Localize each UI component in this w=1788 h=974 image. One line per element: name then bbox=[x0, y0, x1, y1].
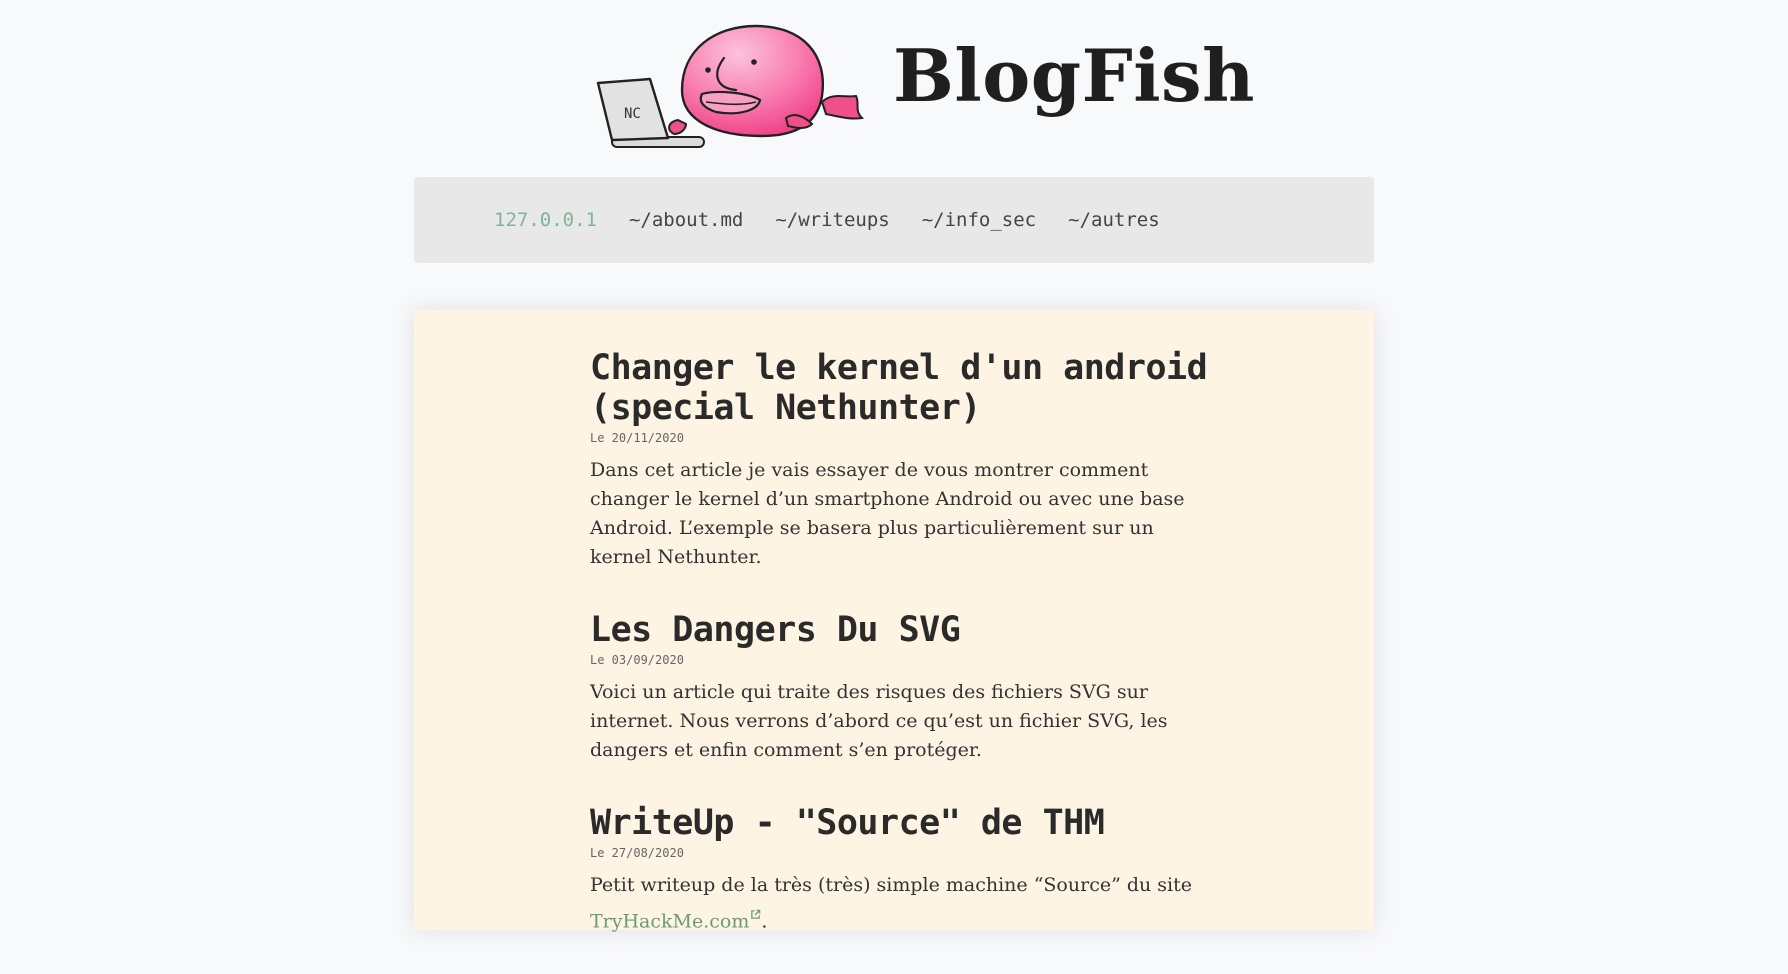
post-excerpt: Petit writeup de la très (très) simple m… bbox=[590, 871, 1210, 936]
post-excerpt-end: . bbox=[761, 910, 768, 933]
nav-link-info-sec[interactable]: ~/info_sec bbox=[922, 209, 1036, 231]
post-list-card: Changer le kernel d'un android (special … bbox=[414, 310, 1374, 932]
external-link-icon bbox=[750, 900, 761, 929]
main-nav: 127.0.0.1 ~/about.md ~/writeups ~/info_s… bbox=[414, 177, 1374, 263]
post-date: Le 20/11/2020 bbox=[590, 431, 684, 445]
tryhackme-link[interactable]: TryHackMe.com bbox=[590, 910, 749, 932]
post-title[interactable]: Les Dangers Du SVG bbox=[590, 610, 1210, 650]
nav-link-home[interactable]: 127.0.0.1 bbox=[494, 209, 597, 231]
post-list: Changer le kernel d'un android (special … bbox=[590, 348, 1210, 974]
nav-link-about[interactable]: ~/about.md bbox=[629, 209, 743, 231]
site-title[interactable]: BlogFish bbox=[893, 40, 1255, 112]
svg-text:NC: NC bbox=[624, 106, 641, 122]
post-title[interactable]: WriteUp - "Source" de THM bbox=[590, 803, 1210, 843]
post-item: Les Dangers Du SVG Le 03/09/2020 Voici u… bbox=[590, 610, 1210, 765]
site-header: NC BlogFish bbox=[0, 0, 1788, 160]
post-excerpt-text: Petit writeup de la très (très) simple m… bbox=[590, 874, 1192, 896]
post-title[interactable]: Changer le kernel d'un android (special … bbox=[590, 348, 1210, 428]
post-date: Le 03/09/2020 bbox=[590, 653, 684, 667]
post-date: Le 27/08/2020 bbox=[590, 846, 684, 860]
post-item: WriteUp - "Source" de THM Le 27/08/2020 … bbox=[590, 803, 1210, 936]
nav-link-writeups[interactable]: ~/writeups bbox=[775, 209, 889, 231]
post-excerpt: Dans cet article je vais essayer de vous… bbox=[590, 459, 1185, 568]
post-item: Changer le kernel d'un android (special … bbox=[590, 348, 1210, 572]
post-excerpt: Voici un article qui traite des risques … bbox=[590, 681, 1168, 761]
blogfish-logo[interactable]: NC bbox=[590, 18, 865, 154]
nav-link-autres[interactable]: ~/autres bbox=[1068, 209, 1160, 231]
